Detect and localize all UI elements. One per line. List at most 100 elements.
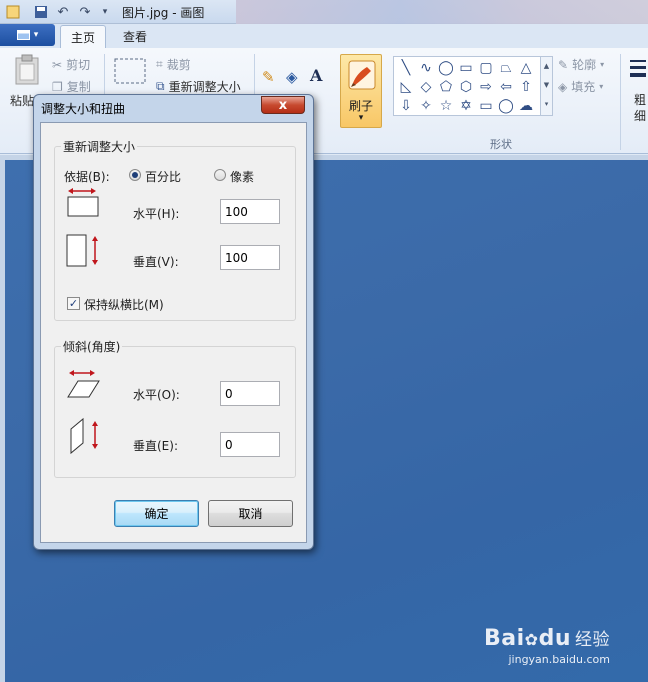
tab-view[interactable]: 查看: [112, 25, 158, 48]
arrow-up-shape-icon[interactable]: ⇧: [516, 77, 536, 96]
by-label: 依据(B):: [64, 170, 110, 184]
size-icon[interactable]: [628, 56, 648, 86]
window-title: 图片.jpg - 画图: [122, 6, 205, 20]
fill-bucket-icon[interactable]: ◈: [286, 68, 298, 86]
vertical-percent-input[interactable]: [220, 245, 280, 270]
curve-shape-icon[interactable]: ∿: [416, 58, 436, 77]
brush-icon: [348, 60, 376, 90]
five-point-star-shape-icon[interactable]: ☆: [436, 96, 456, 115]
horizontal-percent-input[interactable]: [220, 199, 280, 224]
skew-group: 倾斜(角度): [54, 338, 296, 478]
title-bar: ↶ ↷ ▾ 图片.jpg - 画图: [0, 0, 648, 24]
dialog-title: 调整大小和扭曲: [41, 102, 126, 116]
triangle-shape-icon[interactable]: △: [516, 58, 536, 77]
percent-radio[interactable]: [129, 169, 141, 181]
vertical-resize-icon: [66, 234, 98, 267]
paw-icon: ✿: [524, 630, 539, 649]
chevron-down-icon: ▾: [600, 60, 605, 69]
brushes-label: 刷子: [348, 99, 373, 113]
dialog-body: 重新调整大小 依据(B): 百分比 像素 水平(H): 垂直(V): ✓ 保持纵…: [40, 122, 307, 543]
skew-vertical-input[interactable]: [220, 432, 280, 457]
skew-horizontal-input[interactable]: [220, 381, 280, 406]
resize-button[interactable]: ⧉ 重新调整大小: [156, 78, 241, 95]
right-triangle-shape-icon[interactable]: ◺: [396, 77, 416, 96]
maintain-aspect-label[interactable]: 保持纵横比(M): [84, 296, 164, 313]
percent-label[interactable]: 百分比: [145, 168, 181, 185]
copy-label: 复制: [66, 80, 91, 94]
shapes-group-label: 形状: [490, 138, 512, 151]
ok-button[interactable]: 确定: [114, 500, 199, 527]
cut-button[interactable]: ✂ 剪切: [52, 56, 90, 73]
watermark-logo: Bai✿du 经验: [484, 626, 610, 651]
vertical-skew-icon: [70, 417, 98, 455]
pencil-icon[interactable]: ✎: [262, 68, 275, 86]
polygon-shape-icon[interactable]: ⏢: [496, 58, 516, 77]
diamond-shape-icon[interactable]: ◇: [416, 77, 436, 96]
select-icon[interactable]: [114, 58, 146, 84]
resize-icon: ⧉: [156, 79, 165, 93]
paint-menu-icon: [16, 30, 30, 40]
resize-group-label: 重新调整大小: [63, 140, 136, 154]
line-shape-icon[interactable]: ╲: [396, 58, 416, 77]
cancel-button[interactable]: 取消: [208, 500, 293, 527]
callout-oval-shape-icon[interactable]: ◯: [496, 96, 516, 115]
vertical-label: 垂直(V):: [133, 255, 179, 269]
customize-quick-access-icon[interactable]: ▾: [96, 3, 114, 21]
shapes-scrollbar[interactable]: ▲ ▼ ▾: [540, 57, 552, 115]
close-icon: x: [278, 97, 288, 113]
chevron-down-icon: ▾: [358, 113, 364, 123]
paste-button-label[interactable]: 粘贴: [10, 92, 34, 109]
oval-shape-icon[interactable]: ◯: [436, 58, 456, 77]
fill-button[interactable]: ◈ 填充 ▾: [558, 78, 603, 95]
scissors-icon: ✂: [52, 57, 63, 72]
arrow-down-shape-icon[interactable]: ⇩: [396, 96, 416, 115]
text-tool-icon[interactable]: A: [310, 66, 322, 85]
maintain-aspect-checkbox[interactable]: ✓: [67, 297, 80, 310]
copy-button[interactable]: ❐ 复制: [52, 78, 91, 95]
six-point-star-shape-icon[interactable]: ✡: [456, 96, 476, 115]
brushes-button[interactable]: 刷子 ▾: [340, 54, 382, 128]
arrow-left-shape-icon[interactable]: ⇦: [496, 77, 516, 96]
redo-icon[interactable]: ↷: [76, 3, 94, 21]
arrow-right-shape-icon[interactable]: ⇨: [476, 77, 496, 96]
save-icon[interactable]: [32, 3, 50, 21]
close-button[interactable]: x: [261, 96, 305, 114]
cut-label: 剪切: [66, 58, 91, 72]
shapes-gallery[interactable]: ╲ ∿ ◯ ▭ ▢ ⏢ △ ◺ ◇ ⬠ ⬡ ⇨ ⇦ ⇧ ⇩ ✧ ☆ ✡ ▭ ◯ …: [393, 56, 553, 116]
horizontal-resize-icon: [67, 188, 99, 217]
crop-button[interactable]: ⌗ 裁剪: [156, 56, 191, 73]
outline-icon: ✎: [558, 57, 569, 72]
horizontal-label: 水平(H):: [133, 207, 180, 221]
horizontal-skew-icon: [67, 370, 100, 398]
chevron-down-icon: ▾: [599, 82, 604, 91]
resize-group: 重新调整大小: [54, 138, 296, 321]
rounded-rectangle-shape-icon[interactable]: ▢: [476, 58, 496, 77]
copy-icon: ❐: [52, 79, 63, 94]
outline-button[interactable]: ✎ 轮廓 ▾: [558, 56, 604, 73]
pixels-label[interactable]: 像素: [230, 168, 254, 185]
callout-rect-shape-icon[interactable]: ▭: [476, 96, 496, 115]
tab-home[interactable]: 主页: [60, 25, 106, 48]
watermark: Bai✿du 经验 jingyan.baidu.com: [484, 625, 610, 666]
ribbon-tab-bar: ▾ 主页 查看: [0, 24, 648, 48]
four-point-star-shape-icon[interactable]: ✧: [416, 96, 436, 115]
callout-cloud-shape-icon[interactable]: ☁: [516, 96, 536, 115]
skew-vertical-label: 垂直(E):: [133, 439, 178, 453]
hexagon-shape-icon[interactable]: ⬡: [456, 77, 476, 96]
watermark-url: jingyan.baidu.com: [508, 653, 610, 666]
pixels-radio[interactable]: [214, 169, 226, 181]
pentagon-shape-icon[interactable]: ⬠: [436, 77, 456, 96]
paste-icon[interactable]: [14, 54, 40, 86]
ribbon-separator: [620, 54, 621, 150]
resize-skew-dialog: 调整大小和扭曲 x 重新调整大小 依据(B): 百分比 像素 水平(H): 垂直…: [33, 94, 314, 550]
resize-label: 重新调整大小: [168, 80, 241, 94]
fill-icon: ◈: [558, 79, 568, 94]
fill-label: 填充: [571, 80, 596, 94]
undo-icon[interactable]: ↶: [54, 3, 72, 21]
size-label[interactable]: 粗细: [634, 92, 648, 124]
crop-label: 裁剪: [166, 58, 191, 72]
paint-menu-button[interactable]: ▾: [0, 24, 55, 46]
crop-icon: ⌗: [156, 57, 163, 71]
rectangle-shape-icon[interactable]: ▭: [456, 58, 476, 77]
outline-label: 轮廓: [572, 58, 597, 72]
